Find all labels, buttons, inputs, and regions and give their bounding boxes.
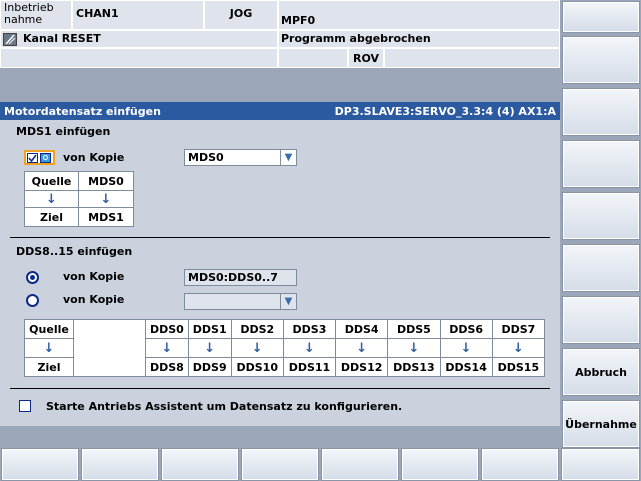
softkey-v3[interactable] — [562, 88, 640, 136]
program-status: Programm abgebrochen — [278, 30, 560, 48]
dds-spacer-cell — [73, 319, 146, 339]
mds-source-value: MDS0 — [188, 151, 224, 164]
arrow-down-icon: ↓ — [387, 338, 441, 358]
softkey-h8[interactable] — [561, 448, 640, 481]
softkey-v6[interactable] — [562, 244, 640, 292]
dds-source-cell: DDS2 — [230, 319, 284, 339]
dds-option1-label: von Kopie — [63, 270, 125, 283]
checkmark-icon — [27, 152, 38, 163]
override-indicator: ROV — [348, 48, 384, 68]
section-divider — [10, 388, 550, 389]
softkey-h7[interactable] — [481, 448, 559, 481]
bottom-softkey-bar — [0, 426, 560, 448]
dds-option1-radio[interactable] — [26, 271, 39, 284]
arrow-down-icon: ↓ — [145, 338, 189, 358]
drive-object-path: DP3.SLAVE3:SERVO_3.3:4 (4) AX1:A — [334, 104, 556, 118]
softkey-h1[interactable] — [1, 448, 79, 481]
softkey-v1[interactable] — [562, 1, 640, 33]
mds-mapping-table: Quelle MDS0 ↓ ↓ Ziel MDS1 — [24, 171, 134, 227]
dds-option1-field: MDS0:DDS0..7 — [184, 269, 297, 286]
dds-source-cell: DDS6 — [439, 319, 493, 339]
dds-ziel-label: Ziel — [24, 357, 74, 377]
softkey-v5[interactable] — [562, 192, 640, 240]
arrow-down-icon: ↓ — [24, 338, 74, 358]
arrow-down-icon: ↓ — [78, 190, 134, 208]
dds-target-cell: DDS13 — [387, 357, 441, 377]
channel-status: Kanal RESET — [0, 30, 278, 48]
reset-icon — [3, 33, 17, 46]
mode-label-box: Inbetrieb nahme — [0, 0, 72, 30]
dds-target-cell: DDS12 — [335, 357, 389, 377]
operating-mode: JOG — [204, 0, 278, 30]
softkey-h2[interactable] — [81, 448, 159, 481]
dds-source-cell: DDS1 — [187, 319, 232, 339]
mds-source-dropdown[interactable]: MDS0 ▼ — [184, 149, 297, 166]
header-empty-right — [384, 48, 560, 68]
softkey-v4[interactable] — [562, 140, 640, 188]
dds-spacer-cell — [73, 357, 146, 377]
arrow-down-icon: ↓ — [187, 338, 232, 358]
arrow-down-icon: ↓ — [282, 338, 337, 358]
dds-option2-radio[interactable] — [26, 294, 39, 307]
dds-target-cell: DDS11 — [282, 357, 337, 377]
mds-heading: MDS1 einfügen — [16, 125, 111, 138]
dds-heading: DDS8..15 einfügen — [16, 245, 133, 258]
dds-target-cell: DDS15 — [491, 357, 546, 377]
softkey-v7[interactable] — [562, 296, 640, 344]
dds-quelle-label: Quelle — [24, 319, 74, 339]
softkey-h3[interactable] — [161, 448, 239, 481]
radio-indicator-icon — [40, 152, 51, 163]
softkey-h4[interactable] — [241, 448, 319, 481]
dds-source-cell: DDS5 — [387, 319, 441, 339]
dds-target-cell: DDS8 — [145, 357, 189, 377]
mds-quelle-value: MDS0 — [78, 171, 134, 191]
dds-target-cell: DDS14 — [439, 357, 493, 377]
softkey-h5[interactable] — [321, 448, 399, 481]
channel-name: CHAN1 — [72, 0, 204, 30]
softkey-v2[interactable] — [562, 36, 640, 84]
accept-button[interactable]: Übernahme — [562, 400, 640, 448]
header-empty-left — [0, 48, 278, 68]
mds-quelle-label: Quelle — [24, 171, 79, 191]
section-divider — [10, 237, 550, 238]
header-empty-mid — [278, 48, 348, 68]
dds-option2-dropdown[interactable]: ▼ — [184, 293, 297, 310]
program-name: MPF0 — [278, 0, 560, 30]
dds-mapping-table: Quelle DDS0 DDS1 DDS2 DDS3 DDS4 DDS5 DDS6 DDS7 … — [24, 319, 546, 377]
header-divider — [0, 68, 560, 102]
dds-source-cell: DDS0 — [145, 319, 189, 339]
softkey-h6[interactable] — [401, 448, 479, 481]
dialog-title: Motordatensatz einfügen — [4, 104, 161, 118]
chevron-down-icon[interactable]: ▼ — [280, 150, 296, 165]
dds-target-cell: DDS10 — [230, 357, 284, 377]
dds-source-cell: DDS3 — [282, 319, 337, 339]
cancel-button[interactable]: Abbruch — [562, 348, 640, 396]
mds-copy-label: von Kopie — [63, 151, 125, 164]
dds-source-cell: DDS7 — [491, 319, 546, 339]
dds-option2-label: von Kopie — [63, 293, 125, 306]
dialog-title-bar: Motordatensatz einfügen DP3.SLAVE3:SERVO… — [0, 102, 560, 120]
assistant-label: Starte Antriebs Assistent um Datensatz z… — [46, 400, 403, 413]
chevron-down-icon[interactable]: ▼ — [280, 294, 296, 309]
assistant-checkbox[interactable] — [19, 400, 31, 412]
arrow-down-icon: ↓ — [491, 338, 546, 358]
dds-target-cell: DDS9 — [187, 357, 232, 377]
mds-copy-checkbox[interactable] — [24, 150, 55, 165]
arrow-down-icon: ↓ — [439, 338, 493, 358]
mds-ziel-label: Ziel — [24, 207, 79, 227]
dds-spacer-cell — [73, 338, 146, 358]
arrow-down-icon: ↓ — [335, 338, 389, 358]
dds-source-cell: DDS4 — [335, 319, 389, 339]
arrow-down-icon: ↓ — [230, 338, 284, 358]
mds-ziel-value: MDS1 — [78, 207, 134, 227]
arrow-down-icon: ↓ — [24, 190, 79, 208]
